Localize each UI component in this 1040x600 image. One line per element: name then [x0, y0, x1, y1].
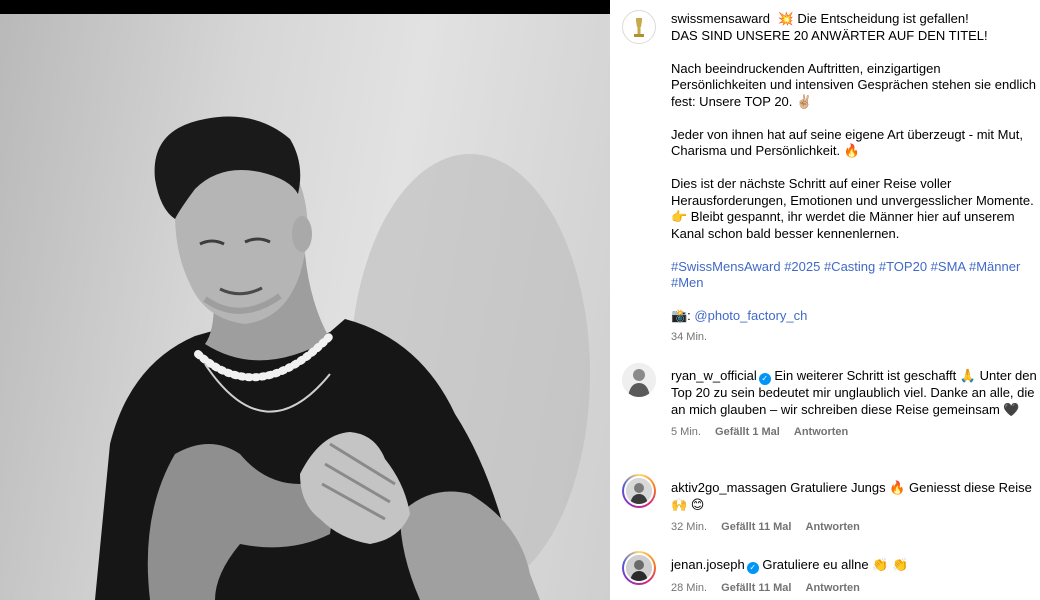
caption-paragraph-3: Dies ist der nächste Schritt auf einer R… — [671, 176, 1034, 241]
caption-username[interactable]: swissmensaward — [671, 11, 770, 26]
jenan-avatar[interactable] — [622, 551, 656, 585]
comment-item: jenan.joseph ✓ Gratuliere eu allne 👏 👏 28… — [671, 557, 1037, 597]
comment-time: 32 Min. — [671, 521, 708, 533]
comment-likes-button[interactable]: Gefällt 1 Mal — [715, 426, 780, 438]
photo-credit: 📸: @photo_factory_ch — [671, 308, 1037, 325]
credit-handle-link[interactable]: @photo_factory_ch — [694, 308, 807, 323]
caption-line-2: DAS SIND UNSERE 20 ANWÄRTER AUF DEN TITE… — [671, 27, 988, 43]
comment-likes-button[interactable]: Gefällt 11 Mal — [721, 521, 791, 533]
comment-body: jenan.joseph ✓ Gratuliere eu allne 👏 👏 — [671, 557, 1037, 574]
ryan-avatar[interactable] — [622, 363, 656, 397]
comment-text: Gratuliere eu allne 👏 👏 — [762, 557, 909, 572]
avatar-image — [624, 476, 654, 506]
post-caption: swissmensaward 💥 Die Entscheidung ist ge… — [671, 11, 1037, 345]
comment-actions: 32 Min. Gefällt 11 Mal Antworten — [671, 519, 1037, 536]
comment-username[interactable]: jenan.joseph — [671, 557, 745, 572]
comment-likes-button[interactable]: Gefällt 11 Mal — [721, 582, 791, 594]
instagram-post: swissmensaward 💥 Die Entscheidung ist ge… — [0, 0, 1040, 600]
caption-hashtags: #SwissMensAward #2025 #Casting #TOP20 #S… — [671, 259, 1037, 292]
hashtag-links[interactable]: #SwissMensAward #2025 #Casting #TOP20 #S… — [671, 259, 1020, 291]
reply-button[interactable]: Antworten — [806, 582, 860, 594]
caption-paragraph-2: Jeder von ihnen hat auf seine eigene Art… — [671, 126, 1023, 159]
aktiv2go-avatar[interactable] — [622, 474, 656, 508]
comment-actions: 5 Min. Gefällt 1 Mal Antworten — [671, 424, 1037, 441]
swissmensaward-avatar[interactable] — [622, 10, 656, 44]
comment-item: ryan_w_official ✓ Ein weiterer Schritt is… — [671, 368, 1037, 441]
comment-item: aktiv2go_massagen Gratuliere Jungs 🔥 Gen… — [671, 480, 1037, 536]
caption-timestamp: 34 Min. — [671, 330, 708, 343]
comment-username[interactable]: ryan_w_official — [671, 368, 757, 383]
comment-username[interactable]: aktiv2go_massagen — [671, 480, 787, 495]
reply-button[interactable]: Antworten — [794, 426, 848, 438]
person-avatar-icon — [626, 478, 652, 504]
reply-button[interactable]: Antworten — [806, 521, 860, 533]
comment-body: aktiv2go_massagen Gratuliere Jungs 🔥 Gen… — [671, 480, 1037, 513]
comment-time: 5 Min. — [671, 426, 701, 438]
comment-time: 28 Min. — [671, 582, 708, 594]
award-logo-icon — [624, 12, 654, 42]
post-photo[interactable] — [0, 0, 610, 600]
comment-actions: 28 Min. Gefällt 11 Mal Antworten — [671, 580, 1037, 597]
camera-emoji-icon: 📸: — [671, 308, 695, 323]
photo-top-bar — [0, 0, 610, 14]
person-avatar-icon — [622, 363, 656, 397]
person-avatar-icon — [626, 555, 652, 581]
caption-paragraph-1: Nach beeindruckenden Auftritten, einziga… — [671, 60, 1036, 109]
verified-badge-icon: ✓ — [758, 373, 771, 385]
comment-body: ryan_w_official ✓ Ein weiterer Schritt is… — [671, 368, 1037, 418]
post-details-pane: swissmensaward 💥 Die Entscheidung ist ge… — [610, 0, 1040, 600]
verified-badge-icon: ✓ — [746, 562, 759, 574]
person-portrait — [95, 116, 590, 600]
caption-line-1: 💥 Die Entscheidung ist gefallen! — [777, 11, 969, 26]
avatar-image — [624, 553, 654, 583]
